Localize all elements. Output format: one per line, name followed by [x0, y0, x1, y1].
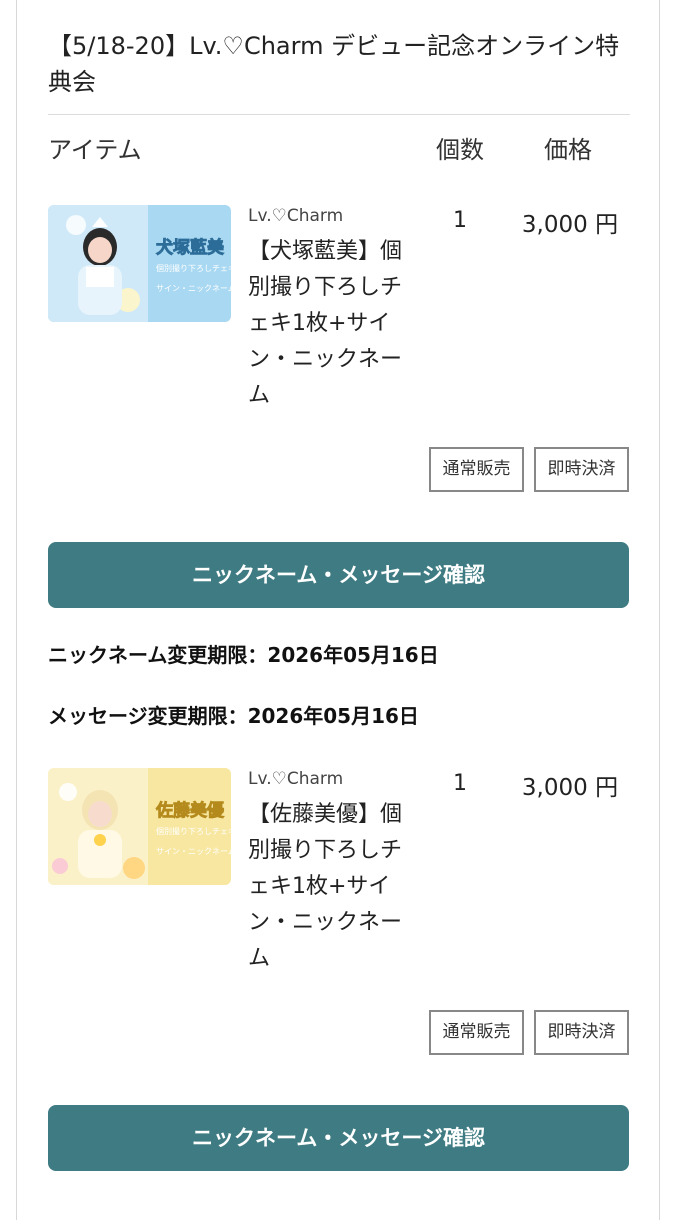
quantity-value: 1: [453, 208, 467, 233]
quantity-value: 1: [453, 771, 467, 796]
product-image: 佐藤美優 個別撮り下ろしチェキ サイン・ニックネーム: [48, 768, 231, 885]
message-deadline: メッセージ変更期限：2026年05月16日: [48, 704, 419, 728]
product-name[interactable]: 【佐藤美優】個別撮り下ろしチェキ1枚+サイン・ニックネーム: [248, 797, 420, 977]
event-title: 【5/18-20】Lv.♡Charm デビュー記念オンライン特典会: [48, 32, 620, 96]
svg-text:個別撮り下ろしチェキ: 個別撮り下ろしチェキ: [156, 263, 231, 273]
normal-sale-tag: 通常販売: [429, 1010, 524, 1055]
column-header-price: 価格: [544, 136, 592, 164]
product-thumbnail[interactable]: 犬塚藍美 個別撮り下ろしチェキ サイン・ニックネーム: [48, 205, 231, 322]
price-value: 3,000 円: [521, 775, 619, 801]
svg-text:犬塚藍美: 犬塚藍美: [156, 237, 225, 258]
instant-payment-tag: 即時決済: [534, 1010, 629, 1055]
svg-text:サイン・ニックネーム: サイン・ニックネーム: [156, 284, 231, 293]
normal-sale-tag: 通常販売: [429, 447, 524, 492]
divider: [48, 114, 630, 115]
svg-text:サイン・ニックネーム: サイン・ニックネーム: [156, 847, 231, 856]
brand-label: Lv.♡Charm: [248, 769, 344, 789]
nickname-message-confirm-button[interactable]: ニックネーム・メッセージ確認: [48, 542, 629, 608]
instant-payment-tag: 即時決済: [534, 447, 629, 492]
product-thumbnail[interactable]: 佐藤美優 個別撮り下ろしチェキ サイン・ニックネーム: [48, 768, 231, 885]
nickname-deadline: ニックネーム変更期限：2026年05月16日: [48, 643, 439, 667]
column-header-item: アイテム: [48, 136, 142, 164]
brand-label: Lv.♡Charm: [248, 206, 344, 226]
svg-text:個別撮り下ろしチェキ: 個別撮り下ろしチェキ: [156, 826, 231, 836]
svg-text:佐藤美優: 佐藤美優: [155, 800, 225, 821]
product-image: 犬塚藍美 個別撮り下ろしチェキ サイン・ニックネーム: [48, 205, 231, 322]
column-header-quantity: 個数: [436, 136, 484, 164]
price-value: 3,000 円: [521, 212, 619, 238]
nickname-message-confirm-button[interactable]: ニックネーム・メッセージ確認: [48, 1105, 629, 1171]
product-name[interactable]: 【犬塚藍美】個別撮り下ろしチェキ1枚+サイン・ニックネーム: [248, 234, 420, 414]
